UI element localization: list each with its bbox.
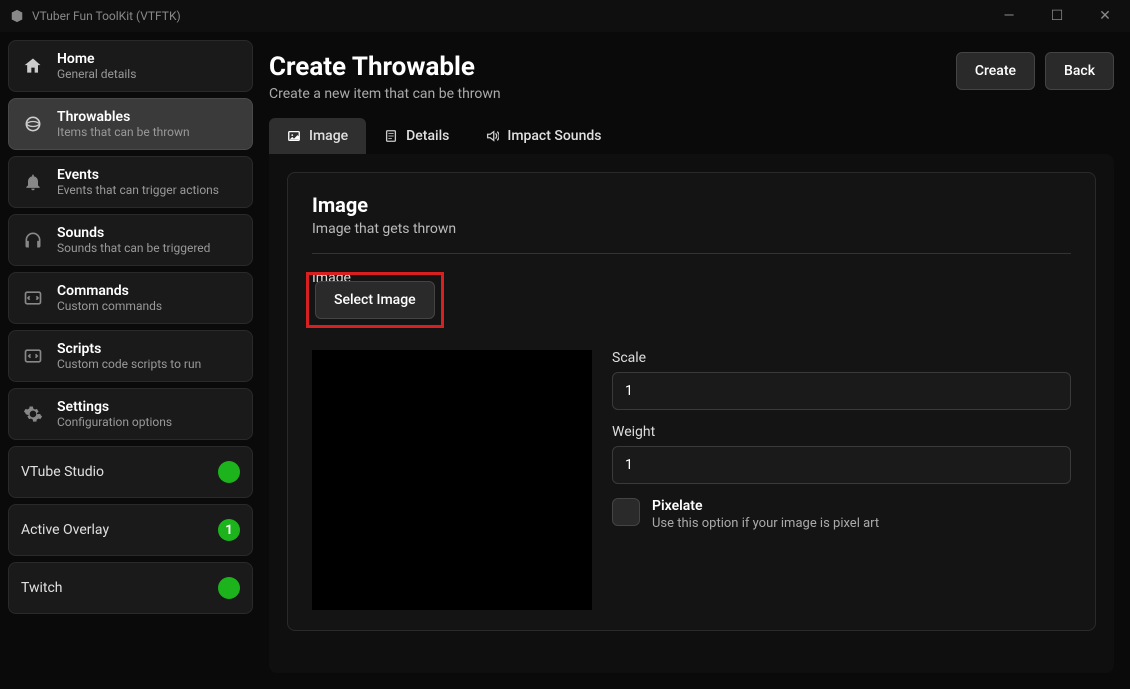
- app-icon: [10, 9, 24, 23]
- nav-title: Settings: [57, 399, 172, 415]
- weight-label: Weight: [612, 424, 1071, 440]
- image-preview: [312, 350, 592, 610]
- close-button[interactable]: ✕: [1090, 8, 1120, 24]
- back-button[interactable]: Back: [1045, 52, 1114, 90]
- sidebar: Home General details Throwables Items th…: [8, 40, 253, 681]
- scale-input[interactable]: [612, 372, 1071, 410]
- nav-subtitle: Configuration options: [57, 415, 172, 429]
- divider: [312, 253, 1071, 254]
- status-vtube-studio[interactable]: VTube Studio: [8, 446, 253, 498]
- throwables-icon: [21, 112, 45, 136]
- tab-image[interactable]: Image: [269, 118, 366, 154]
- status-indicator: [218, 577, 240, 599]
- nav-subtitle: Events that can trigger actions: [57, 183, 219, 197]
- titlebar: VTuber Fun ToolKit (VTFTK) — ☐ ✕: [0, 0, 1130, 32]
- pixelate-label: Pixelate: [652, 498, 879, 514]
- weight-input[interactable]: [612, 446, 1071, 484]
- maximize-button[interactable]: ☐: [1042, 8, 1072, 24]
- nav-subtitle: Sounds that can be triggered: [57, 241, 210, 255]
- minimize-button[interactable]: —: [994, 8, 1024, 24]
- home-icon: [21, 54, 45, 78]
- status-label: VTube Studio: [21, 464, 104, 480]
- status-active-overlay[interactable]: Active Overlay 1: [8, 504, 253, 556]
- panel-title: Image: [312, 193, 1071, 217]
- sidebar-item-events[interactable]: Events Events that can trigger actions: [8, 156, 253, 208]
- sidebar-item-scripts[interactable]: Scripts Custom code scripts to run: [8, 330, 253, 382]
- tab-impact-sounds[interactable]: Impact Sounds: [467, 118, 619, 154]
- tab-label: Impact Sounds: [507, 128, 601, 144]
- window-title: VTuber Fun ToolKit (VTFTK): [32, 9, 181, 23]
- window-controls: — ☐ ✕: [994, 8, 1120, 24]
- sidebar-item-commands[interactable]: Commands Custom commands: [8, 272, 253, 324]
- select-image-button[interactable]: Select Image: [315, 281, 435, 319]
- content-area: Image Image that gets thrown Image Selec…: [269, 154, 1114, 673]
- page-header: Create Throwable Create a new item that …: [261, 40, 1122, 118]
- image-panel: Image Image that gets thrown Image Selec…: [287, 172, 1096, 631]
- nav-title: Scripts: [57, 341, 201, 357]
- nav-subtitle: Custom commands: [57, 299, 162, 313]
- status-indicator: [218, 461, 240, 483]
- nav-subtitle: General details: [57, 67, 136, 81]
- nav-title: Sounds: [57, 225, 210, 241]
- sidebar-item-home[interactable]: Home General details: [8, 40, 253, 92]
- pixelate-desc: Use this option if your image is pixel a…: [652, 516, 879, 531]
- image-tab-icon: [287, 129, 301, 143]
- bell-icon: [21, 170, 45, 194]
- status-twitch[interactable]: Twitch: [8, 562, 253, 614]
- code-icon: [21, 286, 45, 310]
- main-content: Create Throwable Create a new item that …: [261, 40, 1122, 681]
- nav-title: Throwables: [57, 109, 190, 125]
- pixelate-checkbox[interactable]: [612, 498, 640, 526]
- page-subtitle: Create a new item that can be thrown: [269, 86, 501, 102]
- nav-title: Commands: [57, 283, 162, 299]
- tab-label: Details: [406, 128, 449, 144]
- scale-label: Scale: [612, 350, 1071, 366]
- nav-subtitle: Custom code scripts to run: [57, 357, 201, 371]
- nav-subtitle: Items that can be thrown: [57, 125, 190, 139]
- tab-label: Image: [309, 128, 348, 144]
- headphones-icon: [21, 228, 45, 252]
- status-indicator: 1: [218, 519, 240, 541]
- highlight-box: Select Image: [306, 272, 444, 328]
- gear-icon: [21, 402, 45, 426]
- details-tab-icon: [384, 129, 398, 143]
- sidebar-item-sounds[interactable]: Sounds Sounds that can be triggered: [8, 214, 253, 266]
- tabs: Image Details Impact Sounds: [261, 118, 1122, 154]
- sidebar-item-settings[interactable]: Settings Configuration options: [8, 388, 253, 440]
- sound-tab-icon: [485, 129, 499, 143]
- nav-title: Home: [57, 51, 136, 67]
- sidebar-item-throwables[interactable]: Throwables Items that can be thrown: [8, 98, 253, 150]
- status-label: Twitch: [21, 580, 63, 596]
- create-button[interactable]: Create: [956, 52, 1035, 90]
- script-icon: [21, 344, 45, 368]
- nav-title: Events: [57, 167, 219, 183]
- status-label: Active Overlay: [21, 522, 109, 538]
- panel-subtitle: Image that gets thrown: [312, 221, 1071, 237]
- tab-details[interactable]: Details: [366, 118, 467, 154]
- page-title: Create Throwable: [269, 52, 501, 82]
